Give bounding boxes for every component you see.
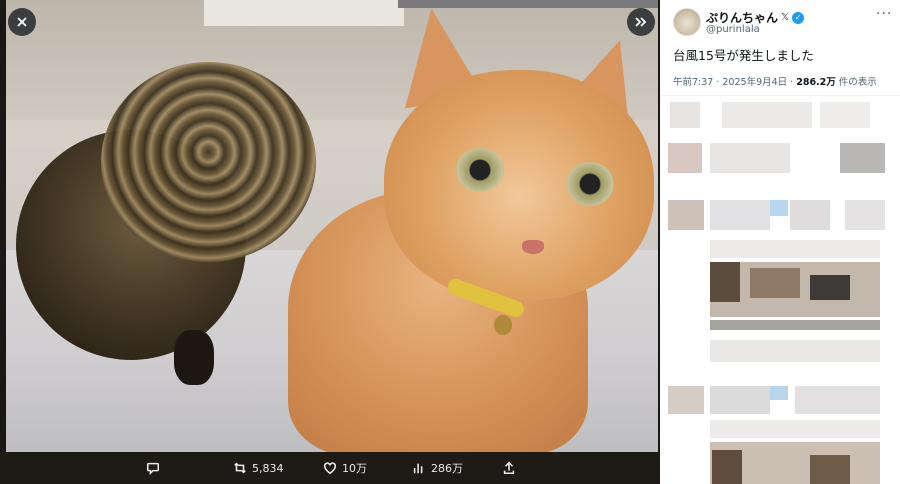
tweet-text: 台風15号が発生しました [673,48,814,63]
reply-image-blur [710,262,740,302]
reply-text-blur [795,386,880,414]
tweet-views-count: 286.2万 [796,77,836,88]
reply-text-blur [770,200,788,216]
orange-cat-left-eye [456,148,504,192]
retweet-count: 5,834 [252,461,284,475]
reply-avatar-blur [668,143,702,173]
reply-text-blur [710,386,770,414]
retweet-icon [234,462,246,474]
tweet-photo[interactable] [6,0,658,452]
reply-text-blur [710,200,770,230]
tweet-meta: 午前7:37 · 2025年9月4日 · 286.2万 件の表示 [673,74,877,88]
blurred-cat-tail [174,330,214,385]
reply-text-blur [770,386,788,400]
reply-text-blur [820,102,870,128]
reply-image-blur [810,455,850,484]
reply-avatar-blur [670,102,700,128]
reply-image-blur [710,320,880,330]
action-bar: 5,834 10万 286万 [0,452,660,484]
reply-text-blur [845,200,885,230]
share-button[interactable] [502,452,516,484]
expand-button[interactable] [627,8,655,36]
views-count: 286万 [431,462,463,475]
reply-icon [146,462,160,475]
tweet-panel: ぷりんちゃん 𝕏 ✓ @purinlala ··· 台風15号が発生しました 午… [660,0,900,484]
heart-icon [323,462,337,475]
close-icon [17,17,27,27]
views-icon [413,463,423,474]
more-options-icon[interactable]: ··· [876,6,892,22]
reply-button[interactable] [146,452,165,484]
handle[interactable]: @purinlala [706,24,760,35]
tweet-time[interactable]: 午前7:37 · 2025年9月4日 · [673,77,796,88]
views-button[interactable]: 286万 [412,452,463,484]
orange-cat-right-eye [566,162,614,206]
reply-text-blur [722,102,812,128]
orange-cat-nose [522,240,544,254]
reply-text-blur [710,143,790,173]
reply-text-blur [710,340,880,362]
reply-text-blur [840,143,885,173]
tweet-views-label: 件の表示 [835,77,877,88]
divider [660,95,900,96]
retweet-button[interactable]: 5,834 [233,452,284,484]
reply-text-blur [710,240,880,258]
reply-image-blur [810,275,850,300]
media-viewer: 5,834 10万 286万 [0,0,660,484]
verified-badge-icon: ✓ [792,11,805,24]
reply-avatar-blur [668,200,704,230]
reply-image-blur [750,268,800,298]
x-mark-icon: 𝕏 [781,12,790,23]
like-button[interactable]: 10万 [323,452,367,484]
reply-avatar-blur [668,386,704,414]
blurred-cat-head [101,62,316,262]
expand-icon [635,17,647,27]
like-count: 10万 [342,462,367,475]
close-button[interactable] [8,8,36,36]
reply-image-blur [712,450,742,484]
photo-box [204,0,404,26]
reply-text-blur [710,420,880,438]
avatar[interactable] [673,8,701,36]
reply-text-blur [790,200,830,230]
orange-cat-bell [494,315,512,335]
share-icon [503,461,515,475]
